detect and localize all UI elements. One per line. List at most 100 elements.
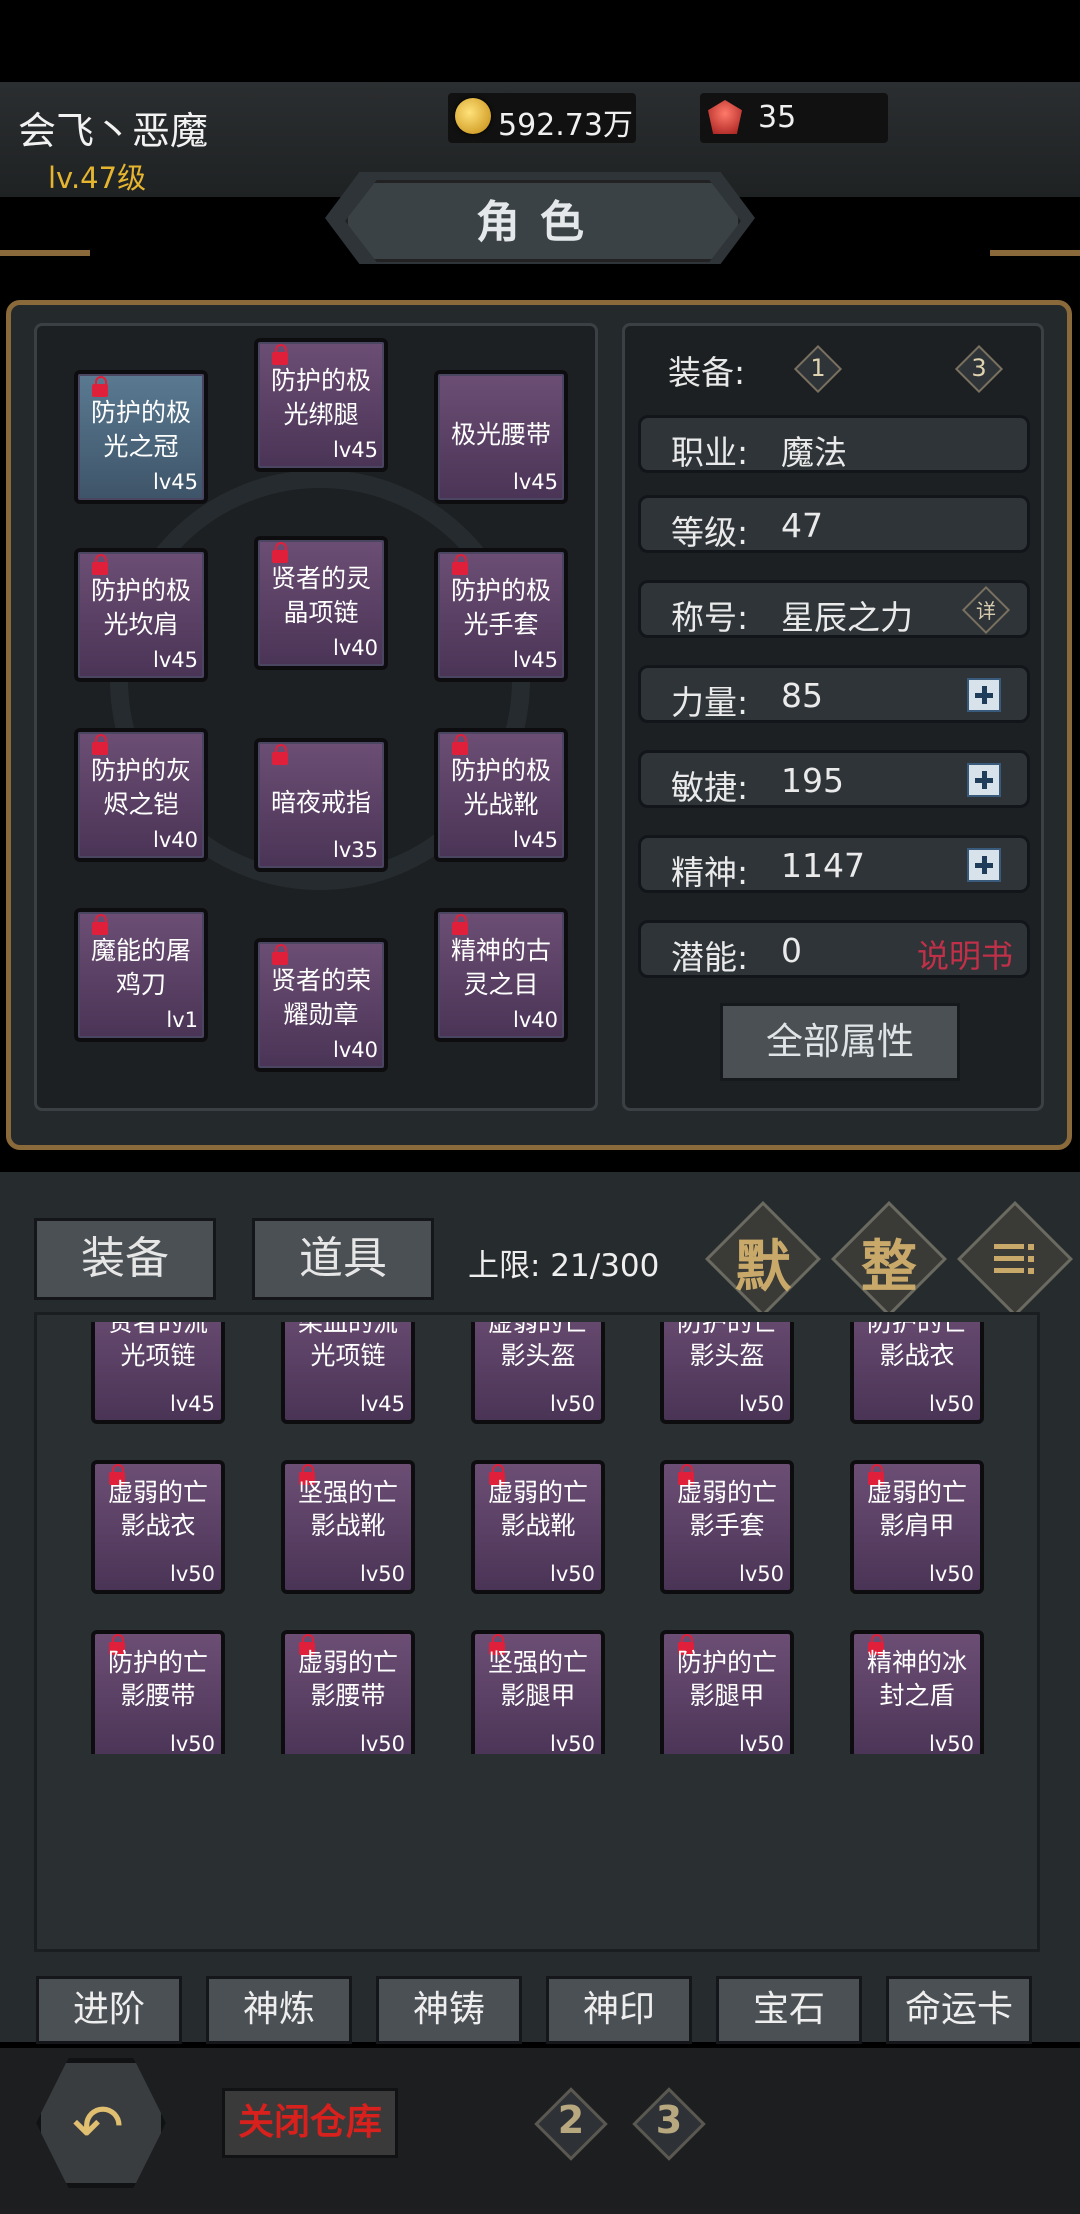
function-button[interactable]: 神铸 — [376, 1976, 522, 2044]
lock-icon — [272, 744, 288, 765]
function-button[interactable]: 命运卡 — [886, 1976, 1032, 2044]
equipped-slot[interactable]: 魔能的屠 鸡刀 lv1 — [74, 908, 208, 1042]
item-level: lv40 — [333, 1038, 378, 1062]
item-name: 染血的流 光项链 — [297, 1322, 398, 1370]
strength-plus-button[interactable] — [967, 678, 1001, 712]
item-name: 防护的灰 烬之铠 — [90, 756, 191, 819]
player-level: lv.47级 — [48, 161, 147, 195]
agility-value: 195 — [781, 761, 844, 800]
title-detail-label: 详 — [976, 599, 996, 623]
equipped-slot[interactable]: 防护的极 光绑腿 lv45 — [254, 338, 388, 472]
item-level: lv50 — [550, 1562, 595, 1586]
level-row: 等级: 47 — [638, 495, 1030, 553]
inventory-item[interactable]: 虚弱的亡 影腰带 lv50 — [281, 1630, 415, 1754]
item-name: 虚弱的亡 影腰带 — [297, 1648, 398, 1710]
strength-value: 85 — [781, 676, 823, 715]
gem-amount: 35 — [758, 100, 797, 135]
tab-equipment[interactable]: 装备 — [34, 1218, 216, 1300]
item-name: 贤者的灵 晶项链 — [270, 564, 371, 627]
default-sort-label: 默 — [735, 1235, 791, 1300]
item-name: 贤者的荣 耀勋章 — [270, 966, 371, 1029]
level-value: 47 — [781, 506, 823, 545]
inventory-item[interactable]: 防护的亡 影战衣 lv50 — [850, 1322, 984, 1424]
item-name: 魔能的屠 鸡刀 — [90, 936, 191, 999]
equipped-slot[interactable]: 防护的极 光坎肩 lv45 — [74, 548, 208, 682]
inventory-item[interactable]: 染血的流 光项链 lv45 — [281, 1322, 415, 1424]
item-level: lv50 — [360, 1562, 405, 1586]
item-level: lv50 — [929, 1562, 974, 1586]
potential-label: 潜能: — [671, 938, 749, 977]
item-level: lv40 — [153, 828, 198, 852]
item-name: 防护的亡 影战衣 — [866, 1322, 967, 1370]
item-name: 防护的亡 影腰带 — [107, 1648, 208, 1710]
item-level: lv50 — [170, 1732, 215, 1754]
page-title: 角色 — [476, 197, 604, 248]
equipped-slot[interactable]: 防护的灰 烬之铠 lv40 — [74, 728, 208, 862]
all-attributes-button[interactable]: 全部属性 — [720, 1003, 960, 1081]
equip-set-3-label: 3 — [971, 354, 987, 382]
inventory-item[interactable]: 坚强的亡 影战靴 lv50 — [281, 1460, 415, 1594]
function-button[interactable]: 神炼 — [206, 1976, 352, 2044]
inventory-item[interactable]: 虚弱的亡 影头盔 lv50 — [471, 1322, 605, 1424]
inventory-item[interactable]: 防护的亡 影头盔 lv50 — [660, 1322, 794, 1424]
inventory-item[interactable]: 防护的亡 影腿甲 lv50 — [660, 1630, 794, 1754]
equipped-slot[interactable]: 贤者的荣 耀勋章 lv40 — [254, 938, 388, 1072]
item-level: lv50 — [170, 1562, 215, 1586]
item-name: 虚弱的亡 影肩甲 — [866, 1478, 967, 1540]
equipped-slot[interactable]: 贤者的灵 晶项链 lv40 — [254, 536, 388, 670]
manual-link[interactable]: 说明书 — [917, 931, 1013, 977]
item-name: 防护的极 光坎肩 — [90, 576, 191, 639]
close-warehouse-button[interactable]: 关闭仓库 — [222, 2088, 398, 2158]
item-level: lv45 — [153, 648, 198, 672]
inventory-item[interactable]: 虚弱的亡 影手套 lv50 — [660, 1460, 794, 1594]
class-row: 职业: 魔法 — [638, 415, 1030, 473]
inventory-item[interactable]: 贤者的流 光项链 lv45 — [91, 1322, 225, 1424]
item-level: lv50 — [739, 1392, 784, 1416]
inventory-item[interactable]: 虚弱的亡 影肩甲 lv50 — [850, 1460, 984, 1594]
inventory-item[interactable]: 虚弱的亡 影战衣 lv50 — [91, 1460, 225, 1594]
inventory-item[interactable]: 坚强的亡 影腿甲 lv50 — [471, 1630, 605, 1754]
item-level: lv40 — [333, 636, 378, 660]
item-name: 虚弱的亡 影战衣 — [107, 1478, 208, 1540]
list-icon — [994, 1242, 1036, 1276]
item-name: 精神的冰 封之盾 — [866, 1648, 967, 1710]
item-level: lv45 — [513, 648, 558, 672]
item-level: lv45 — [513, 828, 558, 852]
agility-label: 敏捷: — [671, 768, 749, 807]
strength-row: 力量: 85 — [638, 665, 1030, 723]
item-level: lv45 — [513, 470, 558, 494]
title-value: 星辰之力 — [781, 598, 913, 637]
inventory-item[interactable]: 虚弱的亡 影战靴 lv50 — [471, 1460, 605, 1594]
spirit-plus-button[interactable] — [967, 848, 1001, 882]
inventory-item[interactable]: 精神的冰 封之盾 lv50 — [850, 1630, 984, 1754]
item-level: lv45 — [170, 1392, 215, 1416]
tab-items[interactable]: 道具 — [252, 1218, 434, 1300]
equipped-slot[interactable]: 极光腰带 lv45 — [434, 370, 568, 504]
equipped-slot[interactable]: 防护的极 光之冠 lv45 — [74, 370, 208, 504]
capacity-text: 上限: 21/300 — [468, 1248, 660, 1284]
equipped-slot[interactable]: 暗夜戒指 lv35 — [254, 738, 388, 872]
spirit-label: 精神: — [671, 853, 749, 892]
item-name: 虚弱的亡 影手套 — [676, 1478, 777, 1540]
equipped-slot[interactable]: 防护的极 光手套 lv45 — [434, 548, 568, 682]
equipped-slot[interactable]: 防护的极 光战靴 lv45 — [434, 728, 568, 862]
title-row: 称号: 星辰之力 详 — [638, 580, 1030, 638]
function-button[interactable]: 宝石 — [716, 1976, 862, 2044]
potential-value: 0 — [781, 931, 802, 970]
item-name: 防护的亡 影头盔 — [676, 1322, 777, 1370]
function-button[interactable]: 神印 — [546, 1976, 692, 2044]
strength-label: 力量: — [671, 683, 749, 722]
item-level: lv45 — [333, 438, 378, 462]
level-label: 等级: — [671, 513, 749, 552]
class-value: 魔法 — [781, 433, 847, 472]
item-name: 防护的极 光战靴 — [450, 756, 551, 819]
function-button[interactable]: 进阶 — [36, 1976, 182, 2044]
item-level: lv40 — [513, 1008, 558, 1032]
spirit-value: 1147 — [781, 846, 865, 885]
frame-corner-right — [990, 250, 1080, 316]
item-level: lv50 — [550, 1732, 595, 1754]
equipped-slot[interactable]: 精神的古 灵之目 lv40 — [434, 908, 568, 1042]
inventory-item[interactable]: 防护的亡 影腰带 lv50 — [91, 1630, 225, 1754]
item-name: 虚弱的亡 影头盔 — [487, 1322, 588, 1370]
agility-plus-button[interactable] — [967, 763, 1001, 797]
